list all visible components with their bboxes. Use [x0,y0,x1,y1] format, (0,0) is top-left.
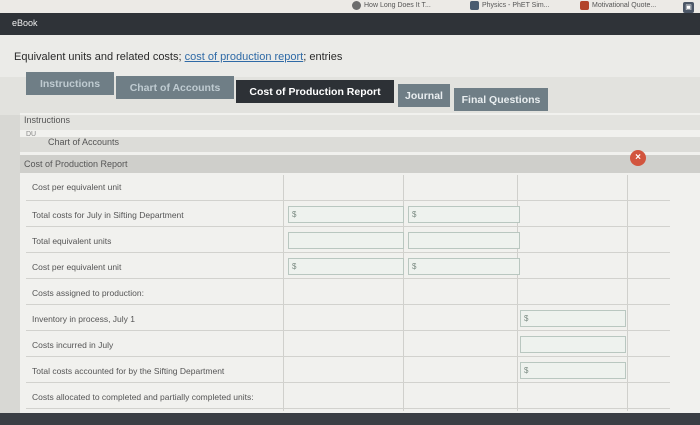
close-icon[interactable]: × [630,150,646,166]
content-panel: Instructions DU Chart of Accounts Cost o… [20,113,700,413]
chart-of-accounts-header[interactable]: Chart of Accounts [20,137,700,152]
title-suffix: ; entries [303,51,343,63]
table-row: Costs assigned to production: [26,279,670,305]
instructions-header[interactable]: Instructions [20,115,700,130]
table-row: Inventory in process, July 1 $ [26,305,670,331]
row-label: Inventory in process, July 1 [32,314,135,324]
tab-final-questions[interactable]: Final Questions [454,88,548,111]
title-link[interactable]: cost of production report [185,51,304,63]
table-row: Total equivalent units [26,227,670,253]
bottom-bar [0,413,700,425]
cost-report-header: Cost of Production Report [20,155,700,173]
title-prefix: Equivalent units and related costs; [14,51,185,63]
row-label: Total costs for July in Sifting Departme… [32,210,184,220]
row-label: Costs allocated to completed and partial… [32,392,254,402]
table-row: Costs incurred in July [26,331,670,357]
table-row: Cost per equivalent unit $ $ [26,253,670,279]
total-costs-accounted-input[interactable]: $ [520,362,626,379]
bookmark-2[interactable]: Physics - PhET Sim... [470,1,550,10]
page-title: Equivalent units and related costs; cost… [14,51,342,63]
title-area: Equivalent units and related costs; cost… [0,35,700,77]
row-label: Cost per equivalent unit [32,182,122,192]
cost-per-unit-conversion-input[interactable]: $ [408,258,520,275]
tab-bar: Instructions Chart of Accounts Cost of P… [0,72,700,115]
equivalent-units-conversion-input[interactable] [408,232,520,249]
cost-per-unit-materials-input[interactable]: $ [288,258,404,275]
table-row: Total costs for July in Sifting Departme… [26,201,670,227]
row-label: Cost per equivalent unit [32,262,122,272]
costs-incurred-input[interactable] [520,336,626,353]
row-label: Costs assigned to production: [32,288,144,298]
app-bar: eBook [0,13,700,35]
tab-journal[interactable]: Journal [398,84,450,107]
extension-icon[interactable]: ▣ [683,2,694,13]
row-label: Total equivalent units [32,236,112,246]
bookmark-label: Motivational Quote... [592,2,657,9]
table-row: Cost per equivalent unit [26,175,670,201]
clock-icon [352,1,361,10]
bookmark-label: How Long Does It T... [364,2,431,9]
tab-chart-of-accounts[interactable]: Chart of Accounts [116,76,234,99]
row-label: Costs incurred in July [32,340,114,350]
phet-icon [470,1,479,10]
bookmark-1[interactable]: How Long Does It T... [352,1,431,10]
bookmark-label: Physics - PhET Sim... [482,2,550,9]
quote-icon [580,1,589,10]
row-label: Total costs accounted for by the Sifting… [32,366,225,376]
total-costs-conversion-input[interactable]: $ [408,206,520,223]
total-costs-materials-input[interactable]: $ [288,206,404,223]
table-row: Costs allocated to completed and partial… [26,383,670,409]
ebook-link[interactable]: eBook [12,18,38,28]
inventory-in-process-input[interactable]: $ [520,310,626,327]
tab-instructions[interactable]: Instructions [26,72,114,95]
equivalent-units-materials-input[interactable] [288,232,404,249]
tab-cost-of-production-report[interactable]: Cost of Production Report [236,80,394,103]
bookmark-3[interactable]: Motivational Quote... [580,1,656,10]
table-row: Total costs accounted for by the Sifting… [26,357,670,383]
